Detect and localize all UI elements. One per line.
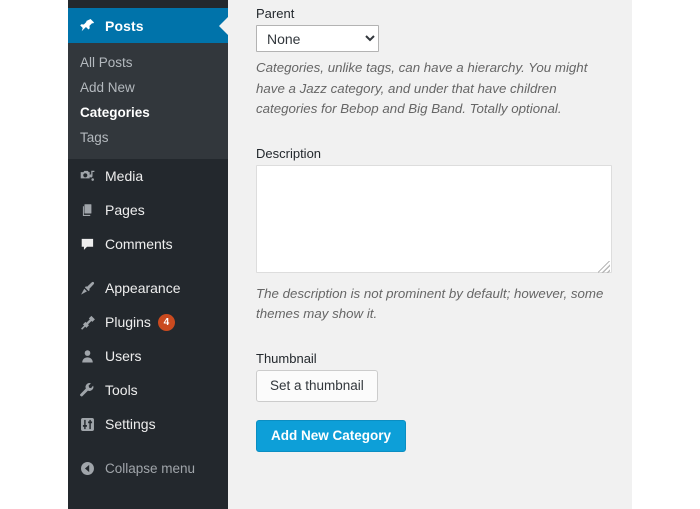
user-icon: [78, 347, 96, 365]
sidebar-item-posts[interactable]: Posts: [68, 8, 228, 43]
submenu-item-add-new[interactable]: Add New: [68, 75, 228, 100]
sidebar-item-appearance[interactable]: Appearance: [68, 271, 228, 305]
description-label: Description: [256, 145, 322, 161]
collapse-menu-label: Collapse menu: [105, 460, 196, 476]
sidebar-item-pages[interactable]: Pages: [68, 193, 228, 227]
media-icon: [78, 167, 96, 185]
description-field-wrapper: [256, 164, 612, 278]
posts-submenu: All Posts Add New Categories Tags: [68, 43, 228, 159]
sliders-icon: [78, 415, 96, 433]
parent-select[interactable]: None: [256, 25, 379, 52]
sidebar-item-label-appearance: Appearance: [105, 280, 181, 296]
thumbnail-label: Thumbnail: [256, 351, 317, 367]
spacer-parent-description: [256, 120, 632, 146]
add-new-category-button[interactable]: Add New Category: [256, 420, 407, 453]
sidebar-item-comments[interactable]: Comments: [68, 227, 228, 261]
wrench-icon: [78, 381, 96, 399]
sidebar-group-separator: [68, 261, 228, 271]
submenu-label-tags: Tags: [80, 130, 109, 145]
sidebar-item-plugins[interactable]: Plugins 4: [68, 305, 228, 339]
admin-sidebar: Posts All Posts Add New Categories Tags: [68, 0, 228, 509]
submenu-label-add-new: Add New: [80, 80, 135, 95]
sidebar-item-settings[interactable]: Settings: [68, 407, 228, 441]
sidebar-item-label-pages: Pages: [105, 202, 145, 218]
sidebar-group-separator-2: [68, 441, 228, 451]
content-panel: Parent None Categories, unlike tags, can…: [228, 0, 632, 509]
paintbrush-icon: [78, 279, 96, 297]
sidebar-item-label-media: Media: [105, 168, 144, 184]
sidebar-item-label-settings: Settings: [105, 416, 156, 432]
pages-icon: [78, 201, 96, 219]
sidebar-item-media[interactable]: Media: [68, 159, 228, 193]
sidebar-item-label-users: Users: [105, 348, 142, 364]
sidebar-item-label-comments: Comments: [105, 236, 173, 252]
spacer-thumbnail-submit: [256, 402, 632, 420]
sidebar-item-label-plugins: Plugins: [105, 314, 151, 330]
comment-icon: [78, 235, 96, 253]
submenu-item-categories[interactable]: Categories: [68, 100, 228, 125]
sidebar-item-label-posts: Posts: [105, 17, 144, 34]
sidebar-item-users[interactable]: Users: [68, 339, 228, 373]
sidebar-item-label-tools: Tools: [105, 382, 138, 398]
description-textarea[interactable]: [256, 164, 612, 273]
submenu-item-all-posts[interactable]: All Posts: [68, 50, 228, 75]
description-help-text: The description is not prominent by defa…: [256, 285, 604, 322]
active-menu-notch-icon: [219, 16, 228, 35]
spacer-description-thumbnail: [256, 325, 632, 351]
collapse-menu-button[interactable]: Collapse menu: [68, 451, 228, 485]
set-thumbnail-button[interactable]: Set a thumbnail: [256, 370, 378, 403]
sidebar-top-spacer: [68, 0, 228, 8]
parent-label: Parent: [256, 6, 295, 21]
admin-screen: Posts All Posts Add New Categories Tags: [0, 0, 700, 509]
submenu-label-categories: Categories: [80, 105, 150, 120]
submenu-label-all-posts: All Posts: [80, 55, 133, 70]
plugins-update-badge: 4: [157, 313, 175, 331]
sidebar-item-tools[interactable]: Tools: [68, 373, 228, 407]
submenu-item-tags[interactable]: Tags: [68, 125, 228, 150]
plug-icon: [78, 313, 96, 331]
pin-icon: [78, 17, 96, 35]
collapse-arrow-icon: [78, 459, 96, 477]
parent-help-text: Categories, unlike tags, can have a hier…: [256, 60, 588, 117]
